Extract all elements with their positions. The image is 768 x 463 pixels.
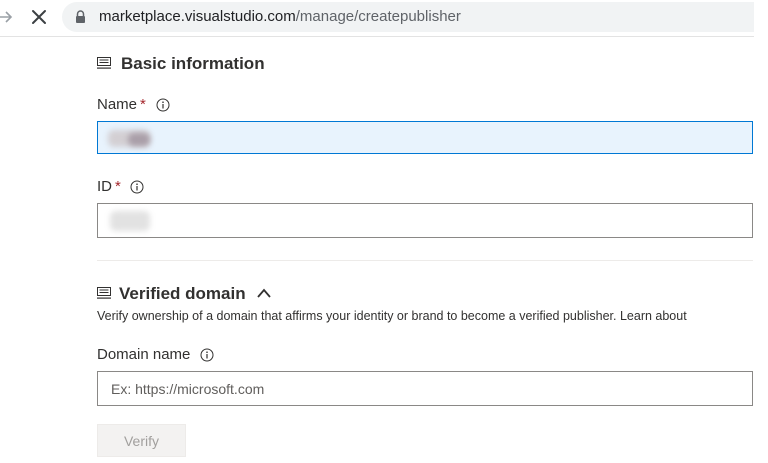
info-icon[interactable] <box>130 180 144 194</box>
toolbar-divider <box>0 36 754 37</box>
name-label: Name * <box>97 96 146 113</box>
id-input-field[interactable] <box>97 203 753 238</box>
basic-information-heading: Basic information <box>121 54 265 73</box>
form-section-icon <box>97 57 111 69</box>
id-label: ID * <box>97 178 121 195</box>
id-label-text: ID <box>97 178 112 195</box>
address-url[interactable]: marketplace.visualstudio.com/manage/crea… <box>99 7 461 27</box>
redacted-name-value-detail <box>128 133 150 146</box>
domain-name-label: Domain name <box>97 346 191 363</box>
name-label-text: Name <box>97 96 138 113</box>
info-icon[interactable] <box>156 98 170 112</box>
domain-name-field[interactable] <box>97 371 753 406</box>
required-marker: * <box>115 178 121 195</box>
required-marker: * <box>140 96 146 113</box>
domain-name-input[interactable] <box>98 372 752 405</box>
name-input-field[interactable] <box>97 121 753 154</box>
verified-domain-heading: Verified domain <box>119 284 246 303</box>
chevron-up-icon[interactable] <box>256 287 272 299</box>
url-host: marketplace.visualstudio.com <box>99 8 296 25</box>
verified-domain-description: Verify ownership of a domain that affirm… <box>97 309 687 323</box>
url-path: /manage/createpublisher <box>295 8 461 25</box>
stop-loading-icon[interactable] <box>30 8 48 26</box>
section-divider <box>97 260 753 261</box>
form-section-icon <box>97 287 111 299</box>
info-icon[interactable] <box>200 348 214 362</box>
forward-arrow-icon[interactable] <box>0 6 14 28</box>
lock-icon[interactable] <box>75 10 86 23</box>
redacted-id-value <box>110 211 150 231</box>
browser-toolbar: marketplace.visualstudio.com/manage/crea… <box>0 0 768 36</box>
verify-button[interactable]: Verify <box>97 424 186 457</box>
